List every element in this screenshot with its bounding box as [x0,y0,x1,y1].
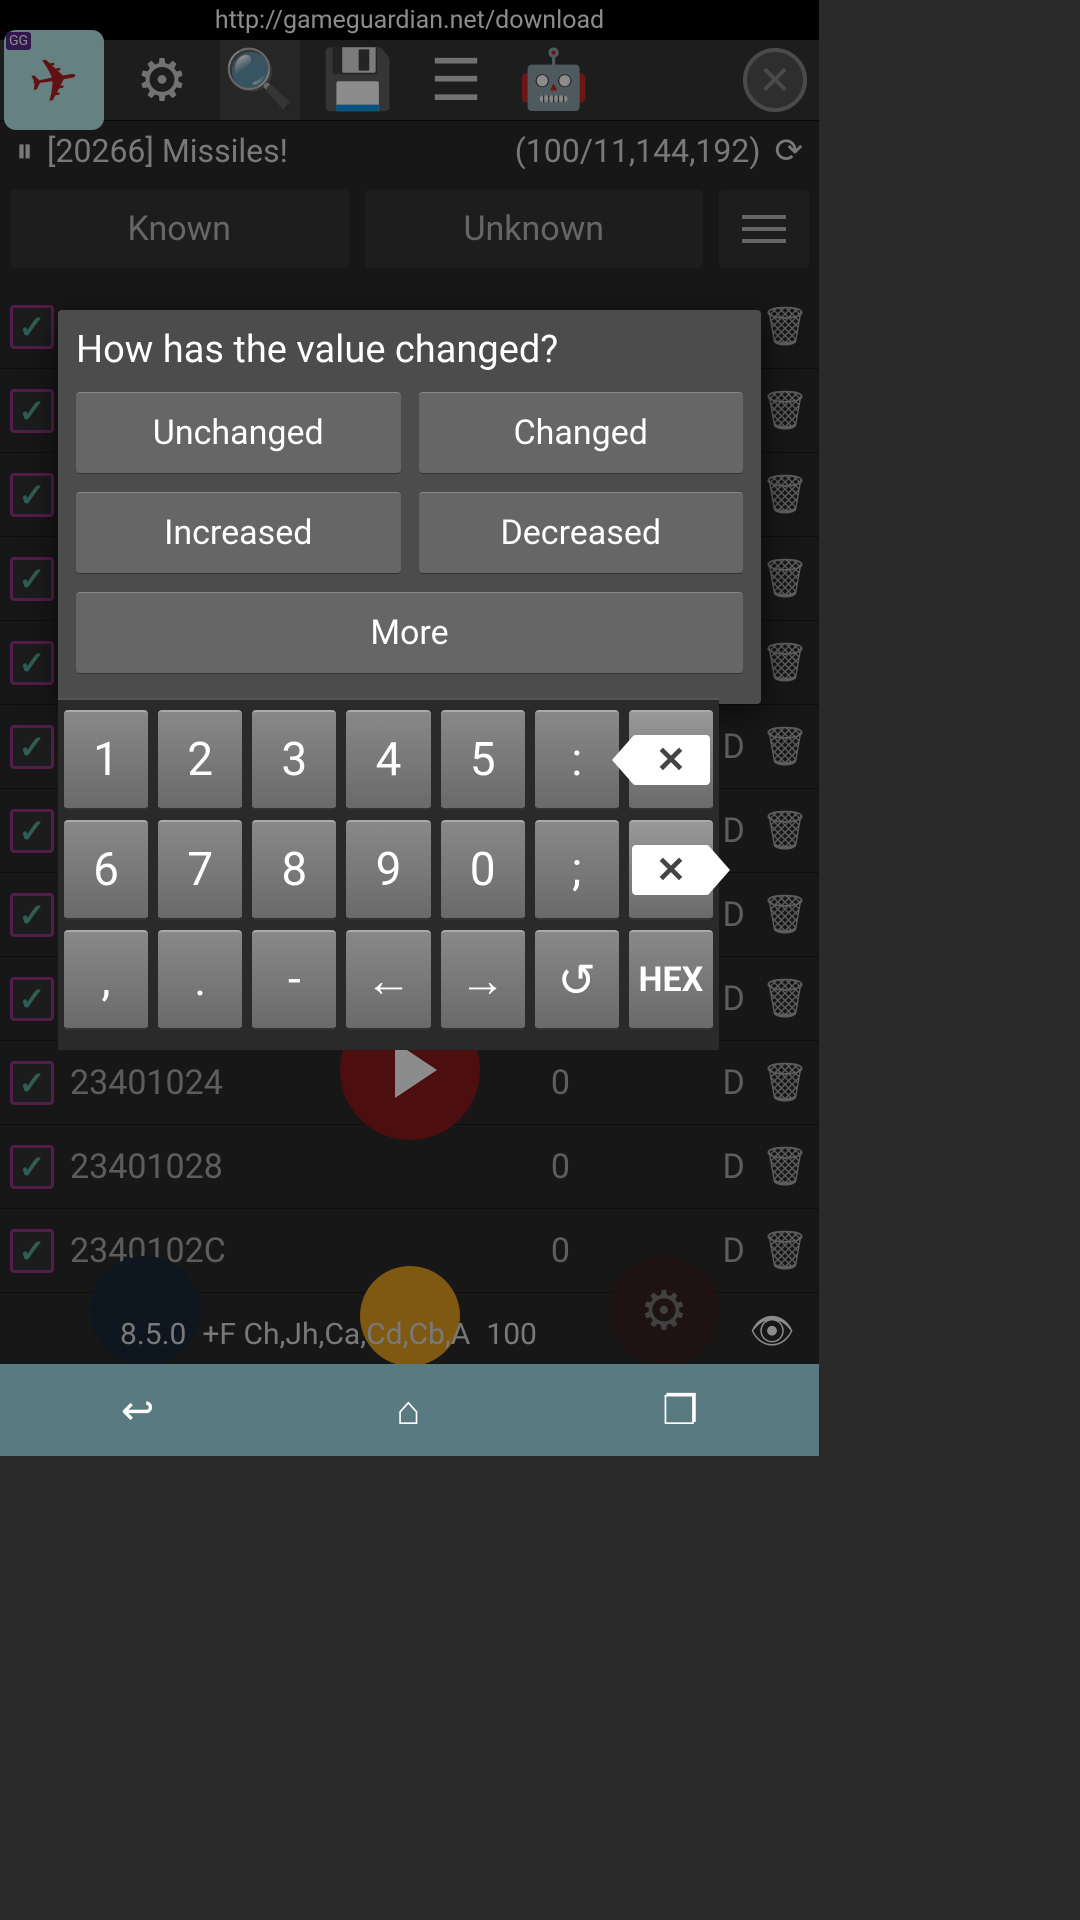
nav-back-icon[interactable]: ↩ [121,1387,155,1434]
backspace-icon: ✕ [632,735,710,785]
key-2[interactable]: 2 [158,710,242,810]
key-history[interactable]: ↺ [535,930,619,1030]
key-left[interactable]: ← [346,930,430,1030]
key-comma[interactable]: , [64,930,148,1030]
key-right[interactable]: → [441,930,525,1030]
changed-button[interactable]: Changed [419,392,744,474]
key-7[interactable]: 7 [158,820,242,920]
value-changed-dialog: How has the value changed? Unchanged Cha… [58,310,761,704]
increased-button[interactable]: Increased [76,492,401,574]
key-8[interactable]: 8 [252,820,336,920]
key-0[interactable]: 0 [441,820,525,920]
key-backspace[interactable]: ✕ [629,710,713,810]
more-button[interactable]: More [76,592,743,674]
key-minus[interactable]: - [252,930,336,1030]
delete-icon: ✕ [632,845,710,895]
key-3[interactable]: 3 [252,710,336,810]
key-delete[interactable]: ✕ [629,820,713,920]
key-6[interactable]: 6 [64,820,148,920]
key-9[interactable]: 9 [346,820,430,920]
dialog-title: How has the value changed? [76,328,743,372]
key-dot[interactable]: . [158,930,242,1030]
key-1[interactable]: 1 [64,710,148,810]
key-5[interactable]: 5 [441,710,525,810]
nav-bar: ↩ ⌂ ❐ [0,1364,819,1456]
keypad: 1 2 3 4 5 : ✕ 6 7 8 9 0 ; ✕ , . - ← → ↺ … [58,698,719,1050]
decreased-button[interactable]: Decreased [419,492,744,574]
key-hex[interactable]: HEX [629,930,713,1030]
nav-home-icon[interactable]: ⌂ [396,1387,420,1434]
history-icon: ↺ [558,953,597,1008]
key-semicolon[interactable]: ; [535,820,619,920]
unchanged-button[interactable]: Unchanged [76,392,401,474]
key-colon[interactable]: : [535,710,619,810]
key-4[interactable]: 4 [346,710,430,810]
nav-recents-icon[interactable]: ❐ [662,1387,698,1434]
